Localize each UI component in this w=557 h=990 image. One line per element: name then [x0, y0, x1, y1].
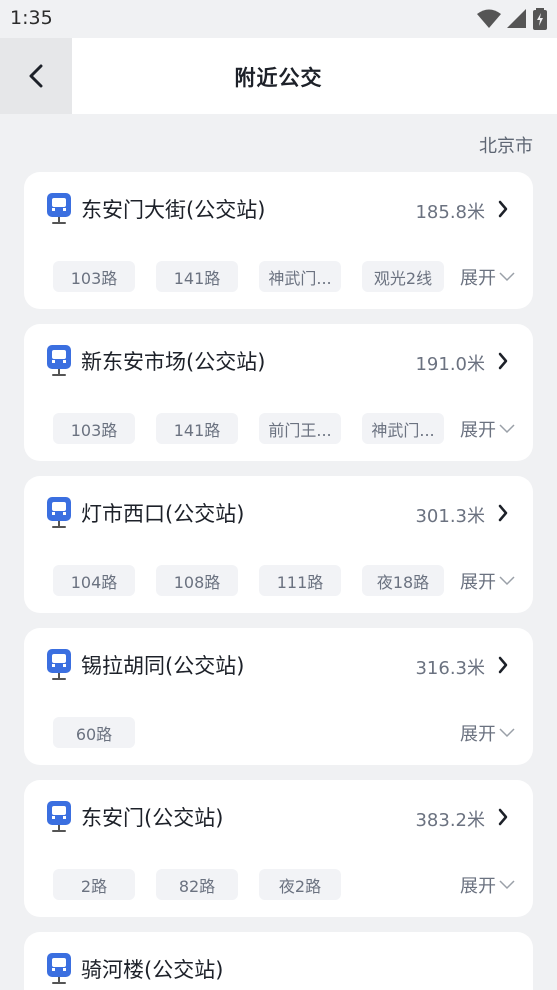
status-icons [477, 8, 547, 30]
route-tag[interactable]: 82路 [156, 869, 238, 900]
header: 附近公交 [0, 38, 557, 114]
expand-label: 展开 [460, 876, 496, 897]
stop-list: 东安门大街(公交站) 185.8米 103路 141路 神武门... 观光2线 … [24, 172, 533, 990]
battery-icon [533, 8, 547, 30]
stop-distance: 301.3米 [415, 506, 485, 527]
route-tag[interactable]: 前门王... [259, 413, 341, 444]
signal-icon [507, 9, 526, 28]
route-tag[interactable]: 111路 [259, 565, 341, 596]
bus-stop-icon [47, 193, 71, 224]
route-tag[interactable]: 108路 [156, 565, 238, 596]
bus-stop-icon [47, 953, 71, 984]
expand-label: 展开 [460, 268, 496, 289]
stop-name: 灯市西口(公交站) [81, 502, 245, 526]
expand-button[interactable]: 展开 [460, 872, 515, 898]
expand-label: 展开 [460, 572, 496, 593]
city-label[interactable]: 北京市 [479, 132, 533, 158]
route-tag[interactable]: 141路 [156, 413, 238, 444]
route-tag[interactable]: 神武门... [362, 413, 444, 444]
route-tag[interactable]: 夜18路 [362, 565, 444, 596]
stop-card[interactable]: 灯市西口(公交站) 301.3米 104路 108路 111路 夜18路 展开 [24, 476, 533, 613]
stop-distance: 191.0米 [415, 354, 485, 375]
status-time: 1:35 [10, 7, 53, 29]
chevron-down-icon [499, 576, 515, 586]
route-tags: 103路 141路 神武门... 观光2线 [53, 261, 444, 292]
stop-distance: 185.8米 [415, 202, 485, 223]
stop-distance: 383.2米 [415, 810, 485, 831]
route-tags: 60路 [53, 717, 135, 748]
stop-name: 骑河楼(公交站) [81, 958, 224, 982]
chevron-right-icon [498, 808, 508, 826]
stop-card[interactable]: 东安门大街(公交站) 185.8米 103路 141路 神武门... 观光2线 … [24, 172, 533, 309]
page-title: 附近公交 [234, 66, 323, 90]
expand-button[interactable]: 展开 [460, 720, 515, 746]
stop-name: 东安门大街(公交站) [81, 198, 266, 222]
stop-distance: 316.3米 [415, 658, 485, 679]
route-tag[interactable]: 2路 [53, 869, 135, 900]
route-tags: 2路 82路 夜2路 [53, 869, 341, 900]
route-tag[interactable]: 神武门... [259, 261, 341, 292]
route-tag[interactable]: 103路 [53, 261, 135, 292]
stop-card[interactable]: 东安门(公交站) 383.2米 2路 82路 夜2路 展开 [24, 780, 533, 917]
expand-label: 展开 [460, 420, 496, 441]
expand-button[interactable]: 展开 [460, 416, 515, 442]
bus-stop-icon [47, 801, 71, 832]
expand-button[interactable]: 展开 [460, 264, 515, 290]
chevron-right-icon [498, 352, 508, 370]
stop-card[interactable]: 新东安市场(公交站) 191.0米 103路 141路 前门王... 神武门..… [24, 324, 533, 461]
stop-card[interactable]: 锡拉胡同(公交站) 316.3米 60路 展开 [24, 628, 533, 765]
chevron-down-icon [499, 272, 515, 282]
stop-card[interactable]: 骑河楼(公交站) [24, 932, 533, 990]
stop-name: 新东安市场(公交站) [81, 350, 266, 374]
stop-name: 锡拉胡同(公交站) [81, 654, 245, 678]
bus-stop-icon [47, 497, 71, 528]
wifi-icon [477, 9, 501, 28]
route-tags: 103路 141路 前门王... 神武门... [53, 413, 444, 444]
route-tags: 104路 108路 111路 夜18路 [53, 565, 444, 596]
stop-name: 东安门(公交站) [81, 806, 224, 830]
route-tag[interactable]: 夜2路 [259, 869, 341, 900]
route-tag[interactable]: 观光2线 [362, 261, 444, 292]
chevron-right-icon [498, 200, 508, 218]
chevron-right-icon [498, 656, 508, 674]
status-bar: 1:35 [0, 0, 557, 38]
chevron-down-icon [499, 880, 515, 890]
route-tag[interactable]: 141路 [156, 261, 238, 292]
route-tag[interactable]: 104路 [53, 565, 135, 596]
expand-label: 展开 [460, 724, 496, 745]
chevron-right-icon [498, 504, 508, 522]
chevron-down-icon [499, 424, 515, 434]
chevron-down-icon [499, 728, 515, 738]
expand-button[interactable]: 展开 [460, 568, 515, 594]
bus-stop-icon [47, 649, 71, 680]
bus-stop-icon [47, 345, 71, 376]
route-tag[interactable]: 60路 [53, 717, 135, 748]
route-tag[interactable]: 103路 [53, 413, 135, 444]
